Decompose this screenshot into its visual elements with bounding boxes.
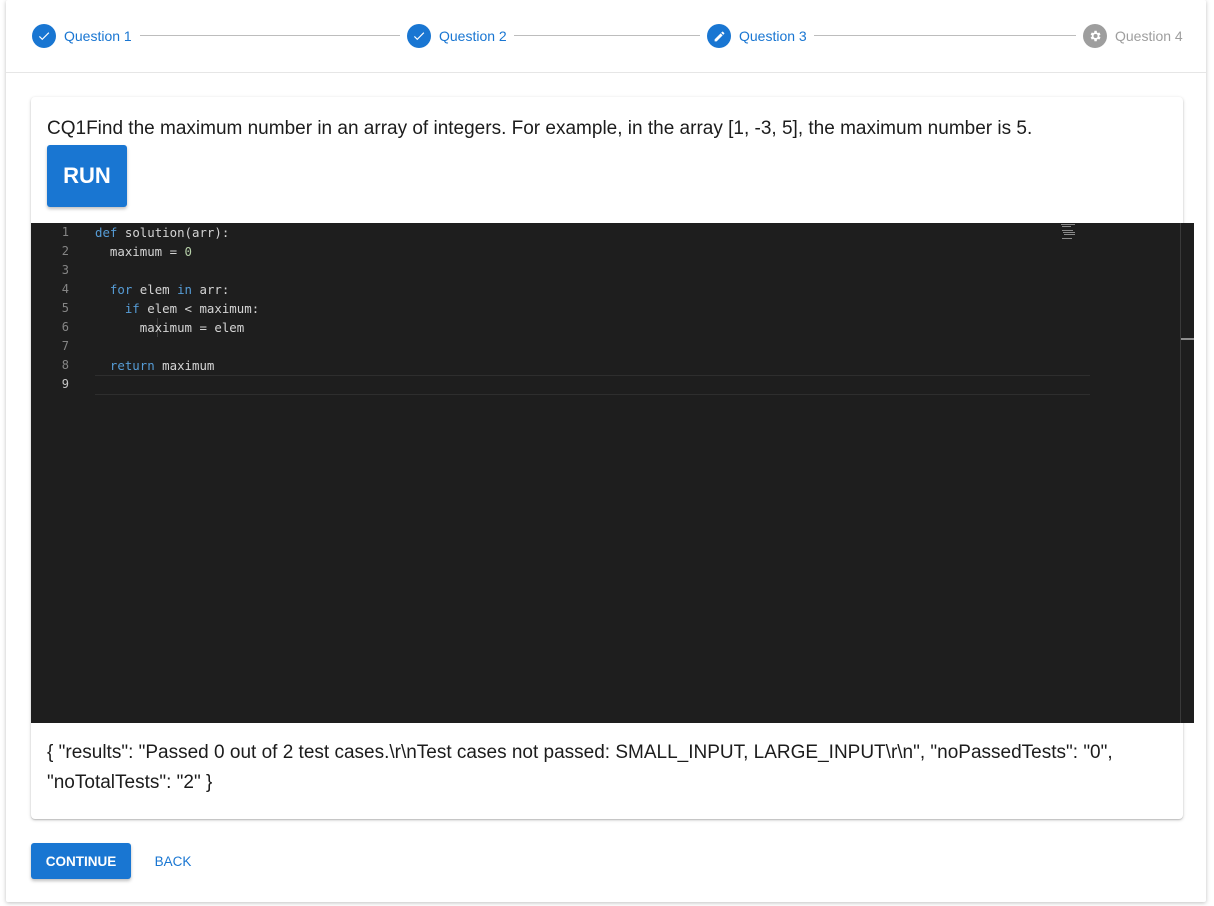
back-button[interactable]: BACK	[145, 843, 201, 879]
gear-icon	[1083, 24, 1107, 48]
step-connector	[514, 35, 700, 36]
check-icon	[32, 24, 56, 48]
line-number: 4	[61, 282, 69, 296]
code-line[interactable]: def solution(arr):	[95, 223, 229, 242]
code-line[interactable]: maximum = 0	[95, 242, 192, 261]
minimap[interactable]	[1059, 223, 1099, 243]
stepper: Question 1 Question 2 Question 3 Questio…	[6, 0, 1206, 73]
check-icon	[407, 24, 431, 48]
run-button[interactable]: RUN	[47, 145, 127, 207]
pencil-icon	[707, 24, 731, 48]
line-number: 8	[61, 358, 69, 372]
code-line[interactable]: return maximum	[95, 356, 214, 375]
line-number-active: 9	[61, 377, 69, 391]
question-text: CQ1Find the maximum number in an array o…	[47, 118, 1033, 139]
step-label: Question 1	[64, 28, 132, 44]
step-question-4[interactable]: Question 4	[1083, 24, 1183, 48]
step-connector	[140, 35, 400, 36]
step-connector	[814, 35, 1076, 36]
current-line-highlight	[95, 375, 1090, 395]
line-number: 3	[61, 263, 69, 277]
line-number: 5	[61, 301, 69, 315]
line-number-gutter: 1 2 3 4 5 6 7 8 9	[31, 223, 83, 723]
step-question-2[interactable]: Question 2	[407, 24, 507, 48]
code-line[interactable]: if elem < maximum:	[95, 299, 259, 318]
step-label: Question 2	[439, 28, 507, 44]
scrollbar-thumb[interactable]	[1181, 338, 1194, 340]
code-line[interactable]: maximum = elem	[95, 318, 244, 337]
step-question-1[interactable]: Question 1	[32, 24, 132, 48]
run-result-output: { "results": "Passed 0 out of 2 test cas…	[47, 742, 1113, 793]
step-label: Question 4	[1115, 28, 1183, 44]
code-line[interactable]: for elem in arr:	[95, 280, 229, 299]
vertical-scrollbar[interactable]	[1180, 223, 1181, 723]
step-label: Question 3	[739, 28, 807, 44]
continue-button[interactable]: CONTINUE	[31, 843, 131, 879]
line-number: 7	[61, 339, 69, 353]
line-number: 2	[61, 244, 69, 258]
code-editor[interactable]: 1 2 3 4 5 6 7 8 9 def solution(arr): max…	[31, 223, 1194, 723]
line-number: 6	[61, 320, 69, 334]
line-number: 1	[61, 225, 69, 239]
step-question-3[interactable]: Question 3	[707, 24, 807, 48]
